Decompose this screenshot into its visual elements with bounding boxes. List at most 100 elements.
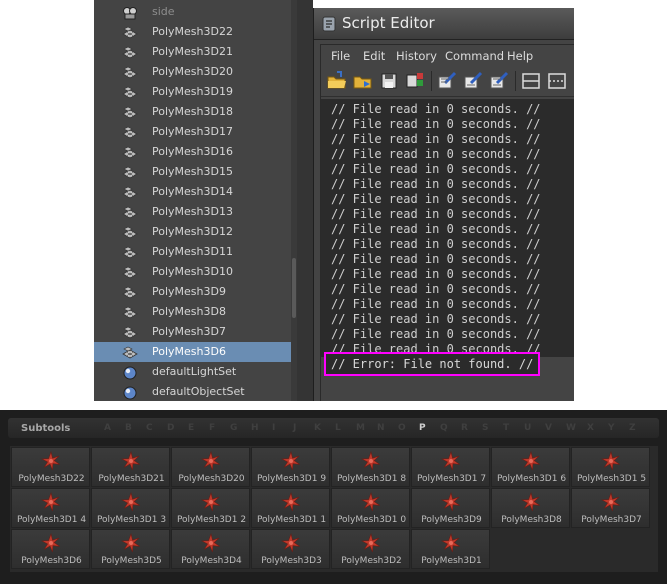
outliner-item[interactable]: PolyMesh3D16 <box>94 142 291 162</box>
show-input-icon[interactable] <box>545 69 569 93</box>
alphabet-filter-letter[interactable]: Y <box>608 423 615 433</box>
outliner-item-label: PolyMesh3D14 <box>152 185 233 198</box>
outliner-item[interactable]: PolyMesh3D9 <box>94 282 291 302</box>
subtool-item[interactable]: PolyMesh3D1 8 <box>331 447 410 487</box>
outliner-item-label: PolyMesh3D7 <box>152 325 226 338</box>
outliner-item[interactable]: PolyMesh3D12 <box>94 222 291 242</box>
alphabet-filter-letter[interactable]: C <box>146 423 153 433</box>
alphabet-filter-letter[interactable]: T <box>503 423 509 433</box>
subtool-item[interactable]: PolyMesh3D1 3 <box>91 488 170 528</box>
outliner-item[interactable]: PolyMesh3D22 <box>94 22 291 42</box>
outliner-item[interactable]: PolyMesh3D17 <box>94 122 291 142</box>
subtool-label: PolyMesh3D8 <box>501 515 562 525</box>
star-mesh-icon <box>281 533 300 553</box>
panel-divider <box>297 0 313 401</box>
outliner-item[interactable]: defaultLightSet <box>94 362 291 382</box>
subtool-item[interactable]: PolyMesh3D9 <box>411 488 490 528</box>
subtool-label: PolyMesh3D9 <box>421 515 482 525</box>
alphabet-filter-letter[interactable]: H <box>251 423 259 433</box>
outliner-item-label: PolyMesh3D8 <box>152 305 226 318</box>
alphabet-filter-letter[interactable]: G <box>230 423 237 433</box>
alphabet-filter-letter[interactable]: K <box>314 423 321 433</box>
alphabet-filter-letter[interactable]: P <box>419 423 426 433</box>
outliner-item[interactable]: PolyMesh3D6 <box>94 342 291 362</box>
subtool-item[interactable]: PolyMesh3D4 <box>171 529 250 569</box>
subtool-item[interactable]: PolyMesh3D6 <box>11 529 90 569</box>
subtool-item[interactable]: PolyMesh3D5 <box>91 529 170 569</box>
alphabet-filter-letter[interactable]: J <box>293 423 296 433</box>
outliner-item[interactable]: defaultObjectSet <box>94 382 291 401</box>
subtools-title[interactable]: Subtools <box>21 423 70 434</box>
alphabet-filter-letter[interactable]: V <box>545 423 552 433</box>
outliner-item[interactable]: PolyMesh3D14 <box>94 182 291 202</box>
subtool-item[interactable]: PolyMesh3D1 0 <box>331 488 410 528</box>
clear-input-icon[interactable] <box>461 69 485 93</box>
menu-command[interactable]: Command <box>445 49 504 63</box>
outliner-item[interactable]: PolyMesh3D20 <box>94 62 291 82</box>
show-history-icon[interactable] <box>519 69 543 93</box>
alphabet-filter-letter[interactable]: E <box>188 423 194 433</box>
alphabet-filter-letter[interactable]: X <box>587 423 594 433</box>
alphabet-filter-letter[interactable]: D <box>167 423 174 433</box>
outliner-item-label: PolyMesh3D17 <box>152 125 233 138</box>
subtool-item[interactable]: PolyMesh3D21 <box>91 447 170 487</box>
outliner-item[interactable]: PolyMesh3D21 <box>94 42 291 62</box>
subtool-item[interactable]: PolyMesh3D1 2 <box>171 488 250 528</box>
subtool-item[interactable]: PolyMesh3D1 6 <box>491 447 570 487</box>
clear-all-icon[interactable] <box>487 69 511 93</box>
outliner-item[interactable]: PolyMesh3D7 <box>94 322 291 342</box>
menu-help[interactable]: Help <box>507 49 533 63</box>
outliner-scroll-thumb[interactable] <box>292 258 296 318</box>
star-mesh-icon <box>41 492 60 512</box>
subtool-item[interactable]: PolyMesh3D1 5 <box>571 447 650 487</box>
outliner-item[interactable]: PolyMesh3D11 <box>94 242 291 262</box>
script-editor-window: Script Editor File Edit History Command … <box>313 8 574 401</box>
outliner-item[interactable]: PolyMesh3D15 <box>94 162 291 182</box>
subtool-item[interactable]: PolyMesh3D1 9 <box>251 447 330 487</box>
outliner-item[interactable]: PolyMesh3D8 <box>94 302 291 322</box>
script-editor-history[interactable]: // File read in 0 seconds. //// File rea… <box>321 99 574 357</box>
alphabet-filter-letter[interactable]: Z <box>629 423 636 433</box>
script-editor-titlebar[interactable]: Script Editor <box>314 8 574 40</box>
outliner-item[interactable]: side <box>94 2 291 22</box>
subtool-item[interactable]: PolyMesh3D1 <box>411 529 490 569</box>
alphabet-filter-letter[interactable]: L <box>335 423 341 433</box>
alphabet-filter-letter[interactable]: W <box>566 423 576 433</box>
subtool-item[interactable]: PolyMesh3D22 <box>11 447 90 487</box>
alphabet-filter-letter[interactable]: U <box>524 423 531 433</box>
subtool-item[interactable]: PolyMesh3D8 <box>491 488 570 528</box>
script-editor-toolbar <box>321 67 574 97</box>
outliner-item[interactable]: PolyMesh3D19 <box>94 82 291 102</box>
subtool-item[interactable]: PolyMesh3D3 <box>251 529 330 569</box>
save-script-icon[interactable] <box>377 69 401 93</box>
clear-history-icon[interactable] <box>435 69 459 93</box>
save-to-shelf-icon[interactable] <box>403 69 427 93</box>
outliner-item-label: PolyMesh3D6 <box>152 345 226 358</box>
menu-edit[interactable]: Edit <box>363 49 385 63</box>
alphabet-filter-letter[interactable]: Q <box>440 423 448 433</box>
subtool-item[interactable]: PolyMesh3D1 7 <box>411 447 490 487</box>
outliner-item[interactable]: PolyMesh3D13 <box>94 202 291 222</box>
alphabet-filter-letter[interactable]: S <box>482 423 488 433</box>
outliner-item[interactable]: PolyMesh3D10 <box>94 262 291 282</box>
subtool-item[interactable]: PolyMesh3D1 4 <box>11 488 90 528</box>
subtool-item[interactable]: PolyMesh3D20 <box>171 447 250 487</box>
open-script-icon[interactable] <box>325 69 349 93</box>
alphabet-filter-letter[interactable]: R <box>461 423 468 433</box>
history-line: // File read in 0 seconds. // <box>331 102 541 116</box>
subtool-item[interactable]: PolyMesh3D7 <box>571 488 650 528</box>
alphabet-filter-letter[interactable]: M <box>356 423 365 433</box>
subtool-item[interactable]: PolyMesh3D1 1 <box>251 488 330 528</box>
alphabet-filter-letter[interactable]: I <box>272 423 275 433</box>
outliner-item[interactable]: PolyMesh3D18 <box>94 102 291 122</box>
subtool-item[interactable]: PolyMesh3D2 <box>331 529 410 569</box>
alphabet-filter-letter[interactable]: B <box>125 423 132 433</box>
alphabet-filter-letter[interactable]: O <box>398 423 406 433</box>
source-script-icon[interactable] <box>351 69 375 93</box>
menu-file[interactable]: File <box>331 49 350 63</box>
menu-history[interactable]: History <box>396 49 437 63</box>
alphabet-filter-letter[interactable]: F <box>209 423 215 433</box>
alphabet-filter-letter[interactable]: N <box>377 423 385 433</box>
alphabet-filter-letter[interactable]: A <box>104 423 111 433</box>
script-editor-body: File Edit History Command Help // File r… <box>320 44 574 401</box>
